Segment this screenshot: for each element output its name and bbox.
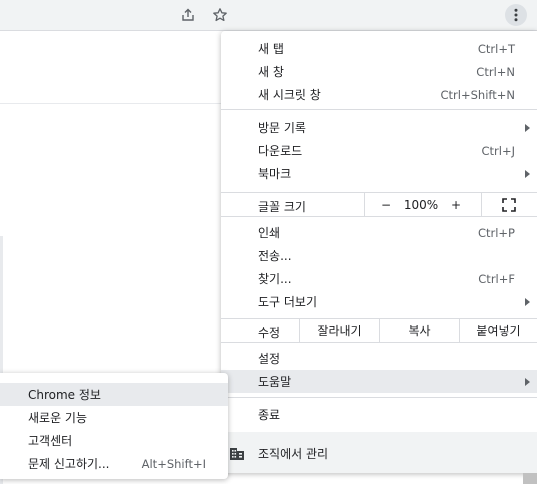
menu-item-cast[interactable]: 전송... (221, 244, 537, 267)
submenu-item-label: Chrome 정보 (28, 388, 101, 402)
submenu-arrow-icon (525, 123, 530, 132)
zoom-row: 글꼴 크기 − 100% + (221, 192, 537, 217)
edit-label: 수정 (258, 326, 281, 340)
menu-item-new-incognito-window[interactable]: 새 시크릿 창 Ctrl+Shift+N (221, 83, 537, 106)
star-icon[interactable] (209, 4, 231, 26)
menu-item-exit[interactable]: 종료 (221, 403, 537, 426)
submenu-item-about-chrome[interactable]: Chrome 정보 (0, 383, 228, 406)
menu-item-new-window[interactable]: 새 창 Ctrl+N (221, 60, 537, 83)
menu-item-label: 새 창 (258, 65, 284, 79)
zoom-level: 100% (403, 197, 439, 212)
menu-item-label: 도구 더보기 (258, 295, 318, 309)
submenu-arrow-icon (525, 169, 530, 178)
menu-item-shortcut: Ctrl+P (477, 225, 515, 240)
menu-item-more-tools[interactable]: 도구 더보기 (221, 290, 537, 313)
menu-item-print[interactable]: 인쇄 Ctrl+P (221, 221, 537, 244)
zoom-label: 글꼴 크기 (258, 200, 306, 214)
submenu-arrow-icon (525, 297, 530, 306)
menu-item-downloads[interactable]: 다운로드 Ctrl+J (221, 139, 537, 162)
copy-button[interactable]: 복사 (380, 319, 459, 342)
building-icon (229, 445, 245, 464)
menu-item-label: 방문 기록 (258, 121, 306, 135)
menu-item-label: 새 탭 (258, 42, 284, 56)
menu-item-settings[interactable]: 설정 (221, 347, 537, 370)
menu-item-shortcut: Ctrl+Shift+N (440, 87, 515, 102)
menu-item-label: 다운로드 (258, 144, 303, 158)
cut-button[interactable]: 잘라내기 (300, 319, 379, 342)
scrollbar[interactable] (523, 473, 537, 484)
menu-item-label: 북마크 (258, 167, 292, 181)
zoom-in-button[interactable]: + (443, 193, 469, 216)
managed-by-organization[interactable]: 조직에서 관리 (221, 432, 537, 473)
submenu-item-label: 고객센터 (28, 434, 73, 448)
page-content (0, 31, 230, 104)
menu-item-shortcut: Ctrl+F (478, 271, 515, 286)
menu-item-label: 도움말 (258, 375, 292, 389)
zoom-out-button[interactable]: − (373, 193, 399, 216)
chrome-main-menu: 새 탭 Ctrl+T 새 창 Ctrl+N 새 시크릿 창 Ctrl+Shift… (221, 31, 537, 473)
menu-item-find[interactable]: 찾기... Ctrl+F (221, 267, 537, 290)
menu-item-history[interactable]: 방문 기록 (221, 116, 537, 139)
menu-item-new-tab[interactable]: 새 탭 Ctrl+T (221, 37, 537, 60)
menu-item-label: 찾기... (258, 272, 292, 286)
submenu-arrow-icon (525, 377, 530, 386)
kebab-menu-icon[interactable] (505, 4, 527, 26)
menu-item-label: 전송... (258, 249, 292, 263)
submenu-item-report-issue[interactable]: 문제 신고하기... Alt+Shift+I (0, 452, 228, 475)
managed-label: 조직에서 관리 (258, 447, 329, 461)
zoom-divider (364, 193, 365, 216)
menu-separator (221, 397, 537, 398)
browser-toolbar (0, 0, 537, 31)
paste-button[interactable]: 붙여넣기 (460, 319, 537, 342)
share-icon[interactable] (177, 4, 199, 26)
menu-item-shortcut: Ctrl+J (481, 143, 516, 158)
menu-item-help[interactable]: 도움말 (221, 370, 537, 393)
zoom-divider (481, 193, 482, 216)
submenu-item-whats-new[interactable]: 새로운 기능 (0, 406, 228, 429)
help-submenu: Chrome 정보 새로운 기능 고객센터 문제 신고하기... Alt+Shi… (0, 373, 228, 479)
submenu-item-shortcut: Alt+Shift+I (141, 456, 206, 471)
menu-item-label: 설정 (258, 352, 281, 366)
submenu-item-label: 문제 신고하기... (28, 457, 110, 471)
menu-item-shortcut: Ctrl+N (476, 64, 515, 79)
menu-item-bookmarks[interactable]: 북마크 (221, 162, 537, 185)
submenu-item-help-center[interactable]: 고객센터 (0, 429, 228, 452)
menu-item-shortcut: Ctrl+T (477, 41, 515, 56)
submenu-item-label: 새로운 기능 (28, 411, 88, 425)
menu-item-label: 새 시크릿 창 (258, 88, 321, 102)
menu-item-label: 종료 (258, 408, 281, 422)
menu-separator (221, 109, 537, 110)
fullscreen-icon[interactable] (496, 193, 522, 216)
menu-item-label: 인쇄 (258, 226, 281, 240)
edit-row: 수정 잘라내기 복사 붙여넣기 (221, 318, 537, 343)
